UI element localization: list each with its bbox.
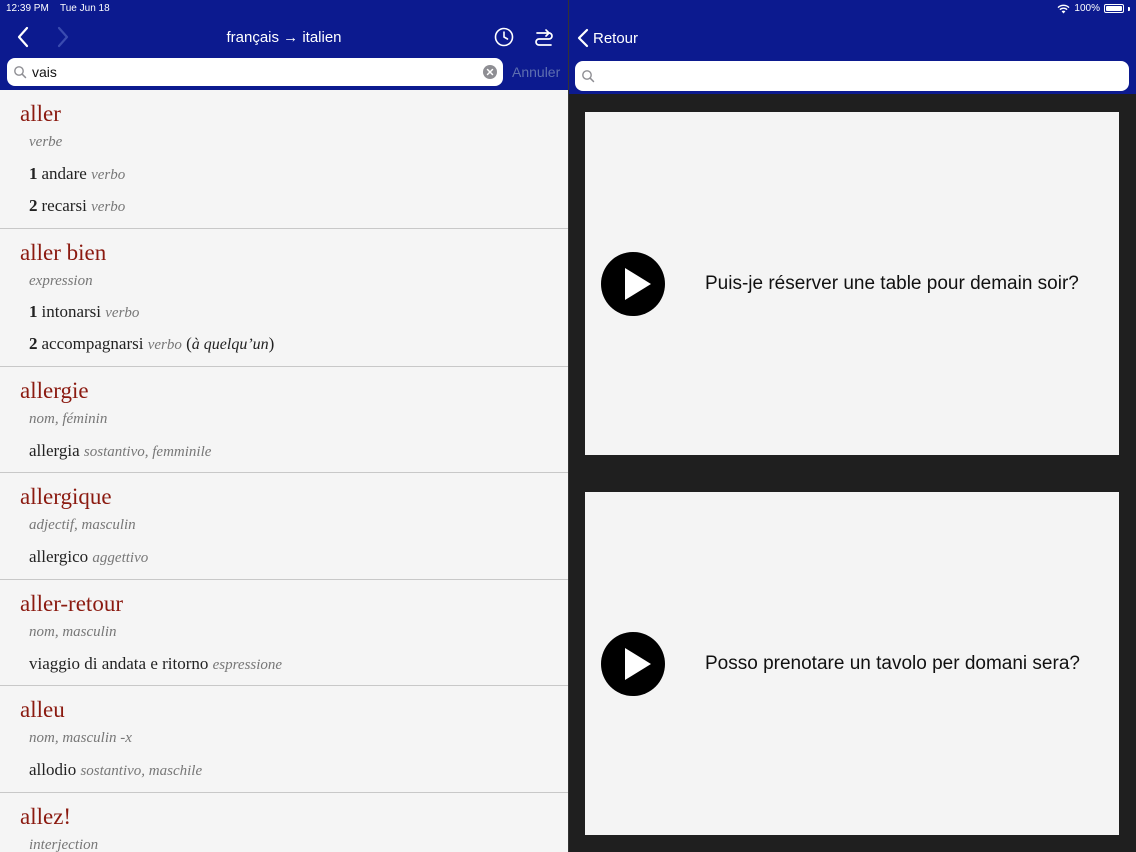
translation-text: allergia xyxy=(29,441,80,460)
context-close-paren: ) xyxy=(268,334,275,353)
dictionary-pane: français → italien vais Annuler aller ve… xyxy=(0,0,568,852)
translation-sense: 2 accompagnarsi verbo (à quelqu’un) xyxy=(29,334,274,354)
translation-text: andare xyxy=(41,164,87,183)
translation-sense: allergia sostantivo, femminile xyxy=(29,441,211,461)
phrase-text: Posso prenotare un tavolo per domani ser… xyxy=(705,653,1080,674)
search-input[interactable]: vais xyxy=(32,64,57,80)
grammar-label: verbo xyxy=(91,199,126,215)
list-item[interactable]: aller bien expression 1 intonarsi verbo 2… xyxy=(0,229,568,367)
usage-context: à quelqu’un xyxy=(191,336,269,353)
entry-list: aller verbe 1 andare verbo 2 recarsi verbo… xyxy=(0,90,568,852)
headword: allergie xyxy=(20,378,89,403)
swap-languages-icon[interactable] xyxy=(533,26,555,48)
part-of-speech: nom, masculin -x xyxy=(29,730,132,746)
translation-sense: allergico aggettivo xyxy=(29,547,148,567)
headword: aller xyxy=(20,101,61,126)
headword: aller bien xyxy=(20,240,107,265)
part-of-speech: verbe xyxy=(29,134,63,150)
grammar-label: verbo xyxy=(91,167,126,183)
headword: allez! xyxy=(20,804,72,829)
phrase-card-source: Puis-je réserver une table pour demain s… xyxy=(585,112,1119,455)
part-of-speech: nom, féminin xyxy=(29,411,108,427)
headword: allergique xyxy=(20,484,112,509)
list-item[interactable]: aller-retour nom, masculin viaggio di an… xyxy=(0,580,568,686)
grammar-label: verbo xyxy=(105,305,140,321)
translation-text: recarsi xyxy=(41,196,87,215)
part-of-speech: interjection xyxy=(29,837,99,852)
phrase-text: Puis-je réserver une table pour demain s… xyxy=(705,273,1079,294)
part-of-speech: adjectif, masculin xyxy=(29,517,136,533)
back-button[interactable]: Retour xyxy=(577,28,638,48)
history-clock-icon[interactable] xyxy=(493,26,515,48)
phrase-search-field[interactable] xyxy=(575,61,1129,91)
grammar-label: aggettivo xyxy=(92,550,149,566)
grammar-label: verbo xyxy=(147,337,182,353)
list-item[interactable]: allergie nom, féminin allergia sostantiv… xyxy=(0,367,568,473)
phrasebook-header: Retour xyxy=(569,17,1136,94)
list-item[interactable]: allez! interjection xyxy=(0,793,568,852)
translation-sense: allodio sostantivo, maschile xyxy=(29,760,202,780)
translation-sense: 2 recarsi verbo xyxy=(29,196,125,216)
grammar-label: sostantivo, femminile xyxy=(83,444,212,460)
translation-text: accompagnarsi xyxy=(41,334,144,353)
phrase-card-translation: Posso prenotare un tavolo per domani ser… xyxy=(585,492,1119,835)
phrase-list: Puis-je réserver une table pour demain s… xyxy=(569,94,1136,852)
chevron-left-icon xyxy=(577,28,589,48)
grammar-label: sostantivo, maschile xyxy=(80,763,203,779)
grammar-label: espressione xyxy=(212,657,283,673)
translation-text: viaggio di andata e ritorno xyxy=(29,654,209,673)
part-of-speech: expression xyxy=(29,273,93,289)
sense-number: 1 xyxy=(29,164,38,183)
language-pair-title[interactable]: français → italien xyxy=(0,29,568,46)
clear-search-icon[interactable] xyxy=(483,65,497,79)
list-item[interactable]: aller verbe 1 andare verbo 2 recarsi verbo xyxy=(0,90,568,229)
search-field[interactable]: vais xyxy=(7,58,503,86)
headword: alleu xyxy=(20,697,65,722)
part-of-speech: nom, masculin xyxy=(29,624,117,640)
play-icon[interactable] xyxy=(601,252,665,316)
play-icon[interactable] xyxy=(601,632,665,696)
dictionary-header: français → italien vais Annuler xyxy=(0,17,568,90)
back-label: Retour xyxy=(593,29,639,47)
list-item[interactable]: alleu nom, masculin -x allodio sostantiv… xyxy=(0,686,568,793)
search-icon xyxy=(582,70,595,83)
phrasebook-pane: Retour Puis-je réserver une table pour d… xyxy=(569,0,1136,852)
translation-text: allodio xyxy=(29,760,77,779)
translation-sense: 1 andare verbo xyxy=(29,164,125,184)
translation-sense: viaggio di andata e ritorno espressione xyxy=(29,654,282,674)
headword: aller-retour xyxy=(20,591,123,616)
sense-number: 2 xyxy=(29,196,38,215)
search-icon xyxy=(14,66,27,79)
translation-text: intonarsi xyxy=(41,302,102,321)
list-item[interactable]: allergique adjectif, masculin allergico … xyxy=(0,473,568,580)
sense-number: 2 xyxy=(29,334,38,353)
cancel-button[interactable]: Annuler xyxy=(512,64,560,80)
sense-number: 1 xyxy=(29,302,38,321)
translation-sense: 1 intonarsi verbo xyxy=(29,302,139,322)
translation-text: allergico xyxy=(29,547,89,566)
